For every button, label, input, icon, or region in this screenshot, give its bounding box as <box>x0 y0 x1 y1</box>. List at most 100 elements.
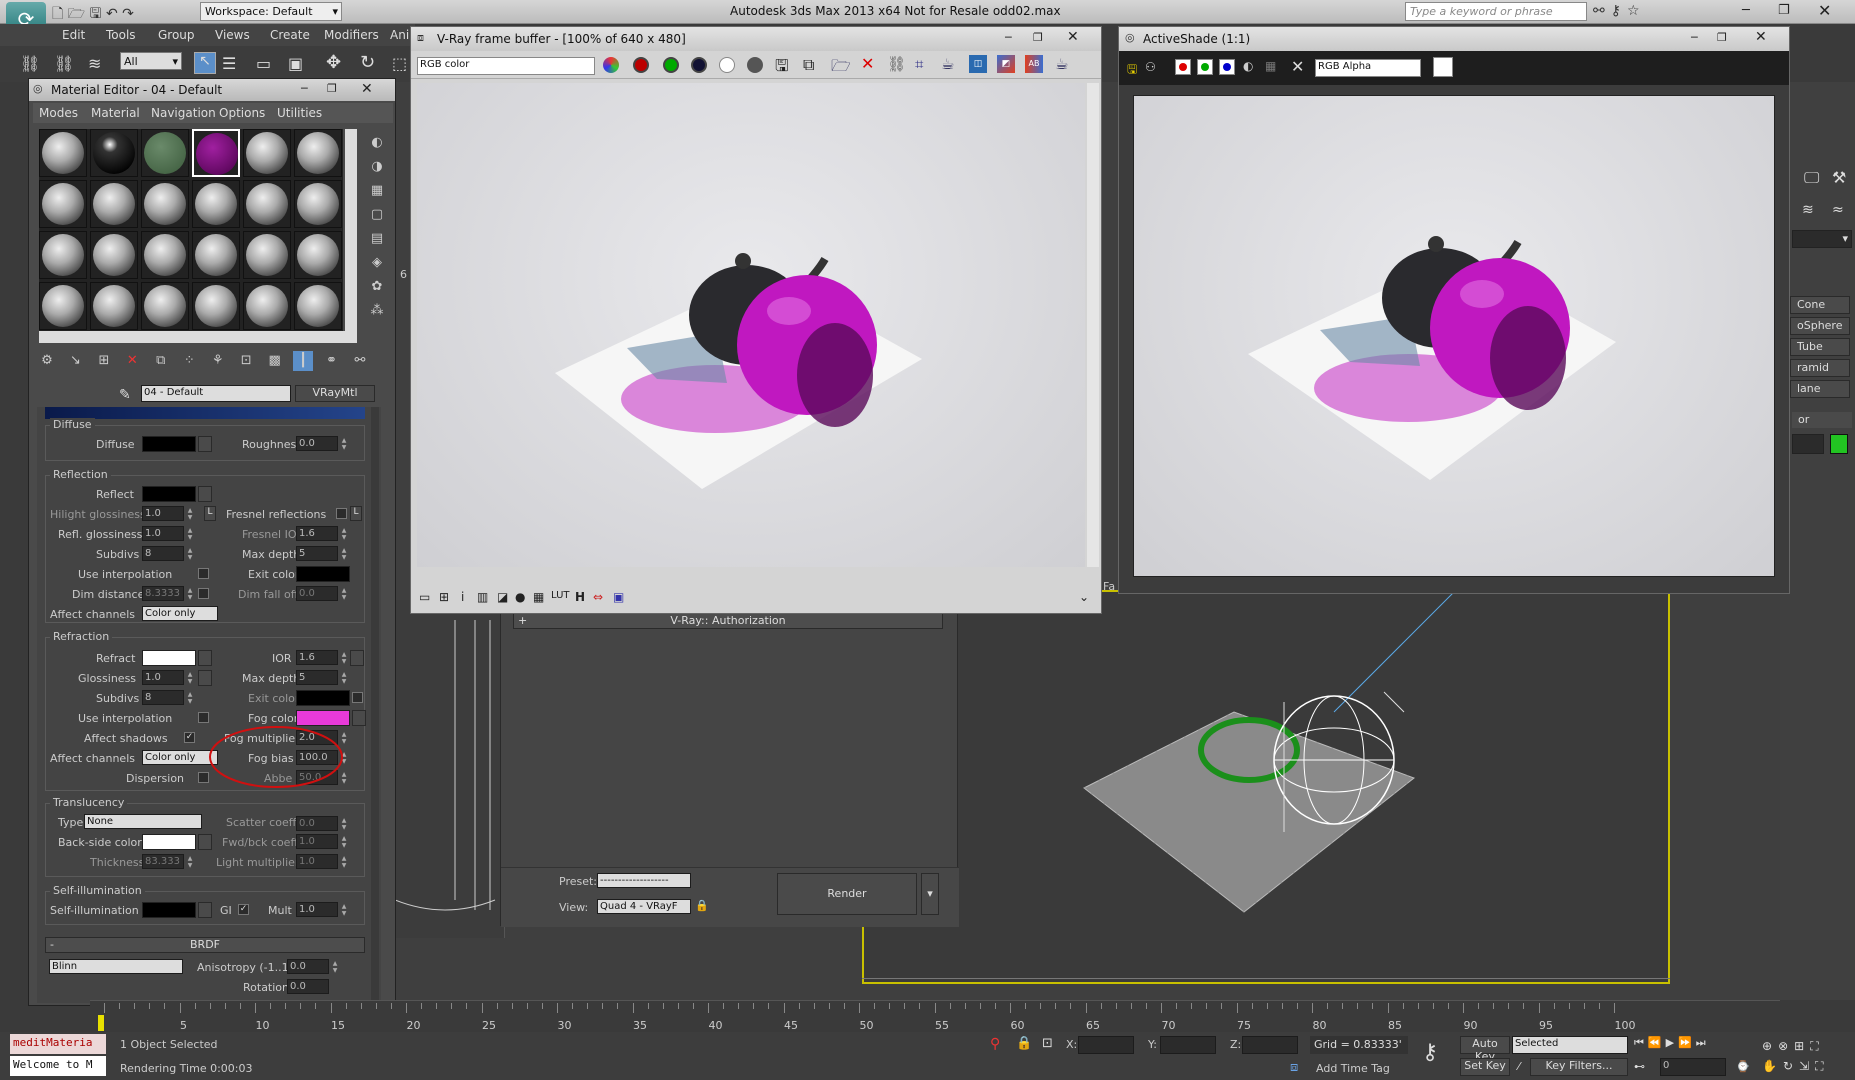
menu-edit[interactable]: Edit <box>62 28 85 42</box>
binoculars-icon[interactable]: ⚯ <box>1593 3 1611 19</box>
prev-frame-icon[interactable]: ⏪ <box>1648 1036 1666 1049</box>
maximize-viewport-icon[interactable]: ⛶ <box>1815 1059 1829 1073</box>
spinner-icon[interactable]: ▲ ▼ <box>340 547 348 561</box>
hilight-glossiness-field[interactable]: 1.0 <box>142 506 184 521</box>
sample-slot[interactable] <box>243 129 291 177</box>
link-vfb-icon[interactable]: ⛓ <box>887 55 906 73</box>
params-scrollbar[interactable] <box>371 407 379 1003</box>
create-pyramid-button[interactable]: ramid <box>1790 359 1850 377</box>
name-field[interactable] <box>1792 434 1824 454</box>
rgb-channel-icon[interactable] <box>603 57 619 73</box>
refl-subdivs-field[interactable]: 8 <box>142 546 184 561</box>
sample-slot[interactable] <box>90 129 138 177</box>
translucency-type-dropdown[interactable]: None <box>84 814 202 829</box>
add-time-tag-icon[interactable]: ⧈ <box>1290 1060 1298 1075</box>
undo-icon[interactable]: ↶ <box>106 6 118 22</box>
render-last-icon[interactable]: ☕ <box>941 55 954 73</box>
vfb-render-image[interactable] <box>417 83 1085 567</box>
close-icon[interactable]: ✕ <box>361 81 373 97</box>
copy-material-icon[interactable]: ⧉ <box>151 351 171 371</box>
sample-slot[interactable] <box>192 231 240 279</box>
move-icon[interactable]: ✥ <box>326 52 341 73</box>
spinner-icon[interactable]: ▲ ▼ <box>331 960 339 974</box>
auth-rollout[interactable]: + V-Ray:: Authorization <box>513 613 943 629</box>
sample-slot[interactable] <box>192 180 240 228</box>
sample-slot[interactable] <box>90 282 138 330</box>
region-render-icon[interactable]: ⌗ <box>915 55 923 73</box>
checker-icon[interactable]: ▦ <box>1265 59 1276 73</box>
affect-shadows-checkbox[interactable]: ✓ <box>184 732 195 743</box>
red-channel-icon[interactable] <box>633 57 649 73</box>
thickness-field[interactable]: 83.333 <box>142 854 184 869</box>
background-icon[interactable]: ▦ <box>365 179 389 203</box>
search-input[interactable]: Type a keyword or phrase <box>1405 2 1587 21</box>
menu-animation[interactable]: Ani <box>390 28 409 42</box>
absolute-mode-icon[interactable]: ⊡ <box>1042 1036 1053 1051</box>
lens-effects-icon[interactable]: ◫ <box>969 55 987 73</box>
create-plane-button[interactable]: lane <box>1790 380 1850 398</box>
spinner-icon[interactable]: ▲ ▼ <box>340 651 348 665</box>
link-icon[interactable]: ⛓ <box>20 54 40 73</box>
spinner-icon[interactable]: ▲ ▼ <box>186 691 194 705</box>
spinner-icon[interactable]: ▲ ▼ <box>186 527 194 541</box>
perspective-viewport[interactable] <box>862 590 1670 984</box>
menu-tools[interactable]: Tools <box>106 28 136 42</box>
bind-spacewarp-icon[interactable]: ≋ <box>88 54 101 73</box>
timeline[interactable]: 5 10 15 20 25 30 35 40 45 50 55 60 65 70 75 80 85 90 95 100 <box>90 1000 1780 1032</box>
sample-slot[interactable] <box>141 231 189 279</box>
set-key-button[interactable]: Set Key <box>1460 1058 1510 1076</box>
menu-navigation[interactable]: Navigation <box>151 106 216 120</box>
light-multiplier-field[interactable]: 1.0 <box>296 854 338 869</box>
auto-key-button[interactable]: Auto Key <box>1460 1036 1510 1063</box>
spinner-icon[interactable]: ▲ ▼ <box>340 903 348 917</box>
create-tube-button[interactable]: Tube <box>1790 338 1850 356</box>
refr-gloss-map-button[interactable] <box>198 670 212 686</box>
refract-map-button[interactable] <box>198 650 212 666</box>
options-icon[interactable]: ✿ <box>365 275 389 299</box>
fog-color-map-button[interactable] <box>352 710 366 726</box>
minimize-icon[interactable]: ─ <box>1742 3 1750 18</box>
spinner-icon[interactable]: ▲ ▼ <box>186 547 194 561</box>
backside-color-swatch[interactable] <box>142 834 196 850</box>
put-to-scene-icon[interactable]: ↘ <box>65 351 85 371</box>
go-to-start-icon[interactable]: ⏮ <box>1634 1036 1648 1049</box>
expand-toolbar-icon[interactable]: ⌄ <box>1079 590 1089 604</box>
time-config-icon[interactable]: ⌚ <box>1736 1060 1750 1073</box>
sample-slot[interactable] <box>294 129 342 177</box>
display-icon[interactable]: 🖵 <box>1804 168 1819 188</box>
maximize-icon[interactable]: ❐ <box>1033 31 1043 44</box>
star-icon[interactable]: ☆ <box>1627 3 1646 19</box>
sample-slot[interactable] <box>141 180 189 228</box>
refl-exit-color-swatch[interactable] <box>296 566 350 582</box>
hilight-lock-button[interactable]: L <box>204 506 216 521</box>
sample-type-icon[interactable]: ◐ <box>365 131 389 155</box>
add-time-tag-label[interactable]: Add Time Tag <box>1316 1062 1390 1075</box>
backside-map-button[interactable] <box>198 834 212 850</box>
pan-icon[interactable]: ✋ <box>1762 1059 1783 1073</box>
fresnel-ior-field[interactable]: 1.6 <box>296 526 338 541</box>
play-icon[interactable]: ▶ <box>1666 1036 1678 1049</box>
color-correction-icon[interactable]: ◩ <box>997 55 1015 73</box>
rotation-field[interactable]: 0.0 <box>287 979 329 994</box>
refl-glossiness-field[interactable]: 1.0 <box>142 526 184 541</box>
menu-modes[interactable]: Modes <box>39 106 78 120</box>
workspace-dropdown[interactable]: Workspace: Default ▾ <box>200 2 342 21</box>
refract-swatch[interactable] <box>142 650 196 666</box>
clear-image-icon[interactable]: ✕ <box>861 54 874 73</box>
close-icon[interactable]: ✕ <box>1818 1 1831 20</box>
pixel-info-icon[interactable]: ⊞ <box>439 590 449 604</box>
material-id-icon[interactable]: ⊡ <box>236 351 256 371</box>
walk-icon[interactable]: ⇲ <box>1799 1059 1815 1073</box>
alpha-channel-icon[interactable] <box>719 57 735 73</box>
ior-field[interactable]: 1.6 <box>296 650 338 665</box>
category-dropdown[interactable]: ▾ <box>1792 230 1852 248</box>
refl-affect-channels-dropdown[interactable]: Color only <box>142 606 218 621</box>
maxscript-listener-1[interactable]: meditMateria <box>10 1034 106 1054</box>
save-icon[interactable]: 🖫 <box>90 6 102 22</box>
save-all-icon[interactable]: ⧉ <box>803 55 814 75</box>
current-frame-field[interactable]: 0 <box>1660 1058 1726 1076</box>
spinner-icon[interactable]: ▲ ▼ <box>340 437 348 451</box>
go-forward-icon[interactable]: ⚯ <box>350 351 370 371</box>
make-preview-icon[interactable]: ◈ <box>365 251 389 275</box>
zoom-icon[interactable]: ⊕ <box>1762 1039 1778 1053</box>
